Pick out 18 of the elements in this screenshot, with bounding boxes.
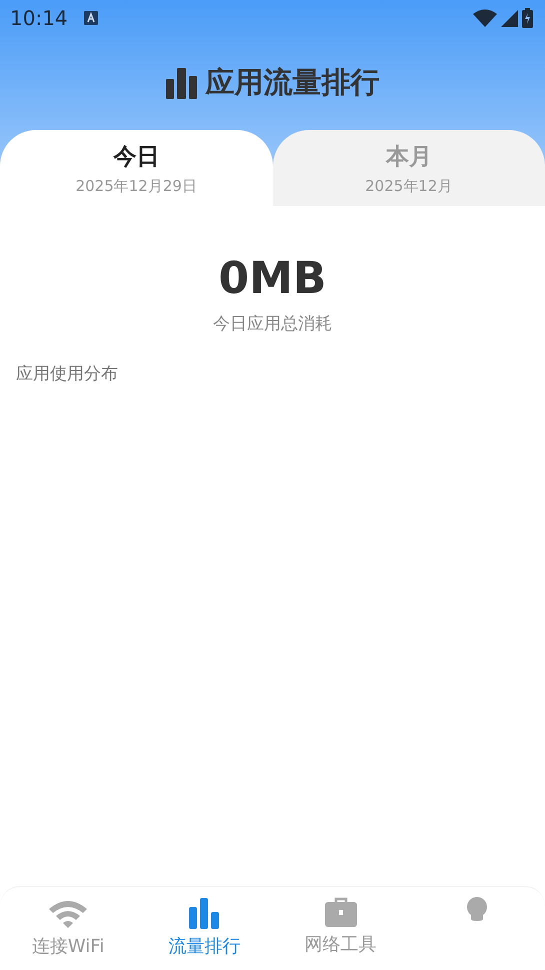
total-usage-value: 0MB <box>218 252 326 306</box>
wifi-icon <box>473 9 497 27</box>
total-usage-caption: 今日应用总消耗 <box>213 313 332 336</box>
battery-icon <box>522 8 533 28</box>
nav-tab[interactable]: 流量排行 <box>136 887 272 970</box>
section-title: 应用使用分布 <box>16 364 118 384</box>
signal-icon <box>501 10 518 26</box>
nav-tab[interactable]: 网络工具 <box>272 887 409 970</box>
page-title: 应用流量排行 <box>206 64 380 102</box>
bar-chart-icon <box>188 897 220 929</box>
period-tab[interactable]: 今日 2025年12月29日 <box>0 130 272 206</box>
bar-chart-icon <box>166 67 198 99</box>
keyboard-icon <box>84 11 98 25</box>
lightbulb-icon <box>466 897 488 921</box>
period-tab[interactable]: 本月 2025年12月 <box>272 130 545 206</box>
nav-tab[interactable]: 连接WiFi <box>0 887 136 970</box>
status-time: 10:14 <box>10 5 68 32</box>
briefcase-icon <box>324 897 357 927</box>
